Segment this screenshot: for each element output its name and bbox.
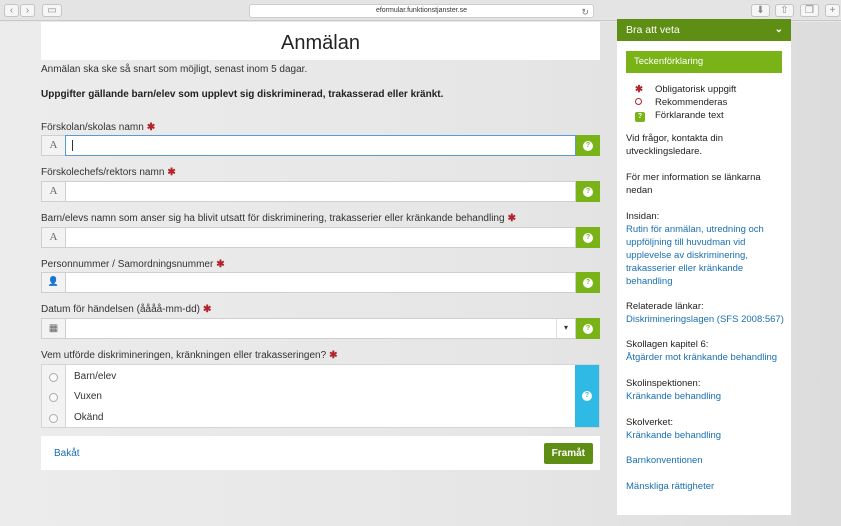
calendar-icon: ▦ [41,318,65,339]
principal-name-input[interactable] [65,181,576,202]
required-icon: ✱ [507,213,516,224]
intro-text: Anmälan ska ske så snart som möjligt, se… [41,64,308,75]
section-subheading: Uppgifter gällande barn/elev som upplevt… [41,89,444,100]
radio-button[interactable] [49,414,58,423]
text-icon: A [41,227,65,248]
radio-question-label: Vem utförde diskrimineringen, kränkninge… [41,350,338,361]
legend-item-recommended: Rekommenderas [635,97,727,108]
text-icon: A [41,181,65,202]
browser-toolbar: ‹ › ▭ eformular.funktionstjanster.se ↻ ⬇… [0,0,841,21]
help-button[interactable]: ? [576,227,600,248]
share-icon[interactable]: ⇧ [775,4,794,17]
page-title: Anmälan [281,32,360,54]
help-icon: ? [583,278,593,288]
sidebar-header[interactable]: Bra att veta ⌄ [617,19,791,41]
legend-item-help: ? Förklarande text [635,110,724,122]
link-manskliga-rattigheter[interactable]: Mänskliga rättigheter [626,480,786,493]
help-button[interactable]: ? [576,135,600,156]
section-heading: Skollagen kapitel 6: [626,339,709,350]
help-icon: ? [583,324,593,334]
sidebar-section-skolverket: Skolverket: Kränkande behandling [626,416,786,442]
radio-option-label: Vuxen [74,391,102,402]
help-icon: ? [583,233,593,243]
legend-item-required: ✱ Obligatorisk uppgift [635,84,737,95]
required-icon: ✱ [167,167,176,178]
help-button[interactable]: ? [576,181,600,202]
link-diskrimineringslagen[interactable]: Diskrimineringslagen (SFS 2008:567) [626,313,786,326]
required-icon: ✱ [202,304,212,315]
help-icon: ? [635,112,645,122]
radio-option-barn[interactable]: Barn/elev [42,367,576,387]
sidebar-toggle-icon[interactable]: ▭ [42,4,62,17]
url-text: eformular.funktionstjanster.se [375,7,468,14]
link-krankande-2[interactable]: Kränkande behandling [626,429,786,442]
radio-option-label: Okänd [74,412,104,423]
student-name-input[interactable] [65,227,576,248]
tabs-icon[interactable]: ❐ [800,4,819,17]
required-icon: ✱ [329,350,338,361]
link-barnkonventionen[interactable]: Barnkonventionen [626,454,786,467]
school-name-input[interactable] [65,135,576,156]
date-input[interactable]: ▾ [65,318,576,339]
field-row-personnummer: 👤 ? [41,272,600,293]
recommended-icon [635,98,642,105]
help-icon: ? [583,187,593,197]
help-icon: ? [583,141,593,151]
back-link[interactable]: Bakåt [54,448,80,459]
reload-icon[interactable]: ↻ [581,6,589,18]
downloads-icon[interactable]: ⬇ [751,4,770,17]
field-row-date: ▦ ▾ ? [41,318,600,339]
chevron-down-icon[interactable]: ⌄ [775,19,783,41]
required-icon: ✱ [146,122,156,133]
title-box: Anmälan [41,22,600,60]
help-button[interactable]: ? [576,272,600,293]
section-heading: Insidan: [626,211,660,222]
link-rutin[interactable]: Rutin för anmälan, utredning och uppfölj… [626,223,786,288]
radio-option-okand[interactable]: Okänd [42,408,576,428]
required-icon: ✱ [635,84,643,95]
form-footer: Bakåt Framåt [41,436,600,470]
sidebar-section-related: Relaterade länkar: Diskrimineringslagen … [626,300,786,326]
more-info-text: För mer information se länkarna nedan [626,172,761,196]
field-label-personnummer: Personnummer / Samordningsnummer ✱ [41,259,225,270]
link-krankande-1[interactable]: Kränkande behandling [626,390,786,403]
legend-title: Teckenförklaring [626,51,782,73]
info-sidebar: Bra att veta ⌄ Teckenförklaring ✱ Obligat… [617,19,791,515]
link-atgarder[interactable]: Åtgärder mot kränkande behandling [626,351,786,364]
required-icon: ✱ [216,259,225,270]
sidebar-section-insidan: Insidan: Rutin för anmälan, utredning oc… [626,210,786,288]
radio-option-vuxen[interactable]: Vuxen [42,387,576,407]
sidebar-title: Bra att veta [626,24,680,36]
field-label-student: Barn/elevs namn som anser sig ha blivit … [41,213,516,224]
field-label-principal: Förskolechefs/rektors namn ✱ [41,167,176,178]
field-row-school: A ? [41,135,600,156]
user-icon: 👤 [41,272,65,293]
field-row-student: A ? [41,227,600,248]
field-label-school: Förskolan/skolas namn ✱ [41,122,156,133]
section-heading: Skolverket: [626,417,673,428]
next-button[interactable]: Framåt [543,443,593,464]
chevron-down-icon[interactable]: ▾ [556,319,575,338]
field-label-date: Datum för händelsen (åååå-mm-dd) ✱ [41,304,212,315]
radio-button[interactable] [49,393,58,402]
personnummer-input[interactable] [65,272,576,293]
text-icon: A [41,135,65,156]
forward-nav-button[interactable]: › [20,4,35,17]
help-button[interactable]: ? [576,318,600,339]
address-bar[interactable]: eformular.funktionstjanster.se ↻ [249,4,594,18]
radio-option-label: Barn/elev [74,371,117,382]
sidebar-section-skolinspektionen: Skolinspektionen: Kränkande behandling [626,377,786,403]
help-icon: ? [582,391,592,401]
field-row-principal: A ? [41,181,600,202]
sidebar-section-skollagen: Skollagen kapitel 6: Åtgärder mot kränka… [626,338,786,364]
section-heading: Skolinspektionen: [626,378,701,389]
section-heading: Relaterade länkar: [626,301,704,312]
radio-button[interactable] [49,373,58,382]
back-nav-button[interactable]: ‹ [4,4,19,17]
contact-text: Vid frågor, kontakta din utvecklingsleda… [626,133,723,157]
new-tab-icon[interactable]: + [825,4,840,17]
radio-group: Barn/elev Vuxen Okänd ? [41,364,600,428]
help-button[interactable]: ? [575,365,599,427]
